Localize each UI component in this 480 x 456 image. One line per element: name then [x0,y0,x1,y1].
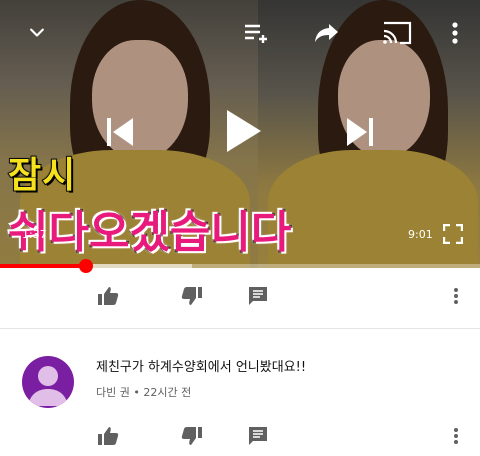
cast-button[interactable] [382,18,412,48]
thumb-up-icon [98,427,119,445]
comment-text: 제친구가 하계수양회에서 언니봤대요!! [96,360,307,375]
divider [0,328,480,329]
comment-more-button[interactable] [444,424,468,448]
add-to-queue-icon [245,24,267,43]
like-button[interactable] [96,284,120,308]
more-options-button[interactable] [440,18,470,48]
add-to-queue-button[interactable] [242,18,272,48]
thumb-down-icon [181,287,202,305]
progress-fill [0,264,87,268]
play-button[interactable] [218,106,268,156]
comment-icon [249,287,267,305]
scrubber-handle[interactable] [79,259,94,273]
play-icon [227,110,261,152]
comment-icon [249,427,267,445]
video-caption-line1: 잠시 [7,154,77,197]
more-vert-icon [454,288,458,304]
meta-separator: • [133,386,144,399]
comment-author[interactable]: 다빈 권 [96,386,130,399]
comment-like-button[interactable] [96,424,120,448]
more-vert-icon [454,428,458,444]
skip-previous-icon [107,118,133,146]
comment-dislike-button[interactable] [180,424,204,448]
fullscreen-button[interactable] [440,222,466,246]
account-icon [28,366,68,406]
comment-reply-button[interactable] [246,424,270,448]
next-button[interactable] [342,114,378,150]
comments-button[interactable] [246,284,270,308]
avatar[interactable] [22,356,74,408]
cast-icon [383,21,412,45]
chevron-down-icon [30,28,44,37]
current-time: 1:37 [22,228,47,241]
duration: 9:01 [408,228,433,241]
video-caption-line2: 쉬다오겠습니다 [7,206,292,259]
video-action-row [0,276,480,316]
more-vert-icon [452,22,458,44]
share-icon [315,24,338,42]
skip-next-icon [347,118,373,146]
more-actions-button[interactable] [444,284,468,308]
comment-action-row [0,416,480,456]
share-button[interactable] [312,18,342,48]
thumb-down-icon [181,427,202,445]
fullscreen-icon [443,224,463,244]
video-player[interactable]: 잠시 쉬다오겠습니다 1:37 9:01 [0,0,480,268]
thumb-up-icon [98,287,119,305]
comment-time: 22시간 전 [143,386,192,399]
dislike-button[interactable] [180,284,204,308]
collapse-button[interactable] [22,18,52,48]
comment-meta: 다빈 권 • 22시간 전 [96,384,191,400]
previous-button[interactable] [102,114,138,150]
